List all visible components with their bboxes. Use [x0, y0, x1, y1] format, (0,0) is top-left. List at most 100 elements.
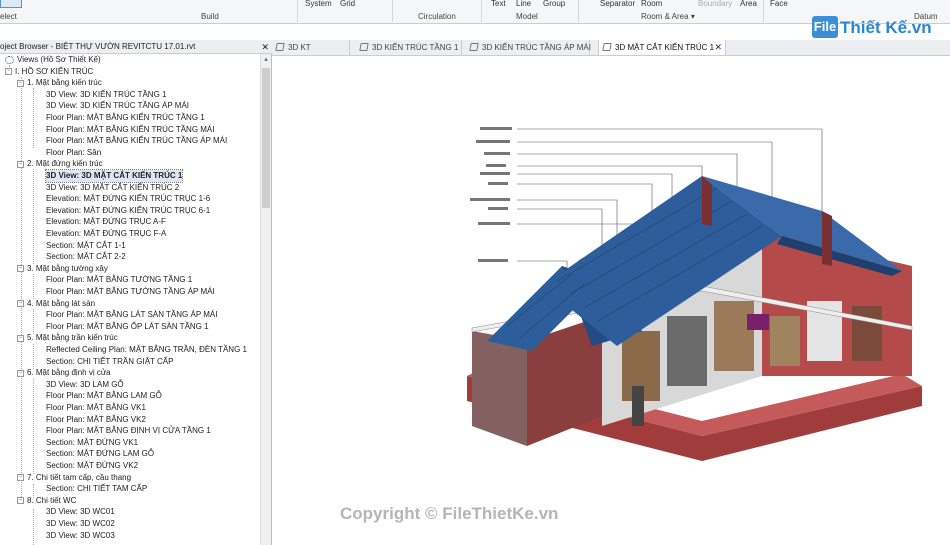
tree-view-item[interactable]: Floor Plan: MẶT BẰNG VK1	[46, 402, 146, 414]
tree-view-item[interactable]: Elevation: MẶT ĐỨNG KIẾN TRÚC TRỤC 1-6	[46, 193, 210, 205]
collapse-icon[interactable]: −	[17, 334, 24, 342]
tree-guide	[33, 169, 34, 264]
tree-view-item[interactable]: 3D View: 3D WC02	[46, 518, 115, 530]
area-boundary-button[interactable]: Boundary	[698, 0, 732, 8]
tree-view-item[interactable]: Floor Plan: MẶT BẰNG KIẾN TRÚC TẦNG ÁP M…	[46, 135, 227, 147]
tree-view-item[interactable]: Elevation: MẶT ĐỨNG TRỤC A-F	[46, 216, 166, 228]
tree-view-item[interactable]: Floor Plan: MẶT BẰNG VK2	[46, 414, 146, 426]
3d-view-icon	[602, 43, 612, 51]
select-panel-label[interactable]: elect	[0, 12, 17, 21]
collapse-icon[interactable]: −	[17, 369, 24, 377]
tree-view-item[interactable]: Floor Plan: MẶT BẰNG ĐỊNH VỊ CỬA TẦNG 1	[46, 425, 211, 437]
project-browser-title: oject Browser - BIỆT THỰ VƯỜN REVITCTU 1…	[0, 40, 272, 54]
tree-view-item[interactable]: Floor Plan: MẶT BẰNG ỐP LÁT SÀN TẦNG 1	[46, 321, 209, 333]
tree-group-2[interactable]: −2. Mặt đứng kiến trúc	[17, 158, 103, 170]
label-ket-nuoc	[478, 222, 510, 225]
tree-group-1[interactable]: −1. Mặt bằng kiến trúc	[17, 77, 102, 89]
tree-view-item[interactable]: Floor Plan: MẶT BẰNG LÁT SÀN TẦNG ÁP MÁI	[46, 309, 217, 321]
tree-label: 6. Mặt bằng định vị cửa	[27, 368, 111, 378]
tree-view-item[interactable]: Section: MẶT ĐỨNG VK1	[46, 437, 138, 449]
label-phong-doc-sach	[480, 127, 512, 130]
tree-group-3[interactable]: −3. Mặt bằng tường xây	[17, 263, 108, 275]
tree-view-item[interactable]: Floor Plan: Sân	[46, 147, 101, 159]
tab-label: 3D KT	[288, 43, 311, 52]
collapse-icon[interactable]: −	[17, 79, 24, 87]
tree-view-item-selected[interactable]: 3D View: 3D MẶT CẮT KIẾN TRÚC 1	[44, 169, 184, 183]
modify-tool-button[interactable]	[0, 0, 22, 8]
tree-view-item[interactable]: Floor Plan: MẶT BẰNG KIẾN TRÚC TẦNG MÁI	[46, 124, 214, 136]
scroll-up-icon[interactable]: ▴	[262, 55, 270, 65]
tree-view-item[interactable]: 3D View: 3D LAM GỖ	[46, 379, 124, 391]
3d-view-icon	[469, 43, 479, 51]
collapse-icon[interactable]: −	[17, 473, 24, 481]
tree-group-6[interactable]: −6. Mặt bằng định vị cửa	[17, 367, 111, 379]
tree-view-item[interactable]: Floor Plan: MẶT BẰNG KIẾN TRÚC TẦNG 1	[46, 112, 205, 124]
3d-view-icon	[275, 43, 285, 51]
logo-mark: File	[812, 16, 838, 38]
face-button[interactable]: Face	[770, 0, 788, 8]
tree-view-item[interactable]: 3D View: 3D WC01	[46, 506, 115, 518]
system-button[interactable]: System	[305, 0, 332, 8]
tree-view-item[interactable]: Reflected Ceiling Plan: MẶT BẰNG TRẦN, Đ…	[46, 344, 247, 356]
tree-label: I. HỒ SƠ KIẾN TRÚC	[15, 66, 94, 76]
tree-view-item[interactable]: Section: MẶT CẮT 2-2	[46, 251, 126, 263]
label-xay-tuong	[476, 140, 510, 143]
tree-view-item[interactable]: Section: MẶT ĐỨNG VK2	[46, 460, 138, 472]
tree-guide	[33, 379, 34, 474]
tree-label: 5. Mặt bằng trần kiến trúc	[27, 333, 118, 343]
collapse-icon[interactable]: −	[17, 265, 24, 273]
room-button[interactable]: Room	[641, 0, 662, 8]
tree-view-item[interactable]: 3D View: 3D WC03	[46, 530, 115, 542]
tree-view-item[interactable]: Floor Plan: MẶT BẰNG TƯỜNG TẦNG ÁP MÁI	[46, 286, 215, 298]
scrollbar-thumb[interactable]	[262, 68, 270, 208]
tree-item-ho-so-kien-truc[interactable]: − I. HỒ SƠ KIẾN TRÚC	[5, 66, 93, 78]
tree-view-item[interactable]: 3D View: 3D MẶT CẮT KIẾN TRÚC 2	[46, 182, 179, 194]
model-group-button[interactable]: Group	[543, 0, 565, 8]
tree-label: 8. Chi tiết WC	[27, 495, 77, 505]
close-icon[interactable]: ✕	[261, 40, 269, 53]
tab-3d-kien-truc-tang-1[interactable]: 3D KIẾN TRÚC TẦNG 1	[356, 40, 462, 55]
tree-view-item[interactable]: Section: CHI TIẾT TAM CẤP	[46, 483, 147, 495]
area-button[interactable]: Area	[740, 0, 757, 8]
collapse-icon[interactable]: −	[17, 299, 24, 307]
tree-guide	[33, 274, 34, 299]
tree-group-8[interactable]: −8. Chi tiết WC	[17, 495, 76, 507]
tree-view-item[interactable]: Elevation: MẶT ĐỨNG TRỤC F-A	[46, 228, 166, 240]
tree-view-item[interactable]: Elevation: MẶT ĐỨNG KIẾN TRÚC TRỤC 6-1	[46, 205, 210, 217]
house-section-model	[467, 127, 922, 461]
room-area-panel-label[interactable]: Room & Area ▾	[641, 12, 695, 21]
ribbon-divider	[392, 0, 393, 22]
label-ban-ghe	[480, 172, 510, 175]
views-icon	[5, 55, 14, 64]
text-button[interactable]: Text	[491, 0, 506, 8]
label-lat-gach	[470, 198, 510, 201]
collapse-icon[interactable]: −	[17, 497, 24, 505]
tree-guide	[33, 344, 34, 369]
tree-group-7[interactable]: −7. Chi tiết tam cấp, cầu thang	[17, 472, 131, 484]
tree-scrollbar[interactable]: ▴	[260, 54, 271, 545]
tree-view-item[interactable]: Floor Plan: MẶT BẰNG LAM GỖ	[46, 390, 162, 402]
tree-guide	[33, 88, 34, 148]
tree-view-item[interactable]: Section: CHI TIẾT TRẦN GIẬT CẤP	[46, 356, 173, 368]
tab-3d-kien-truc-tang-ap-mai[interactable]: 3D KIẾN TRÚC TẦNG ÁP MÁI	[466, 40, 591, 55]
collapse-icon[interactable]: −	[5, 67, 12, 75]
grid-button[interactable]: Grid	[340, 0, 355, 8]
label-bep	[486, 164, 506, 167]
tree-item-views[interactable]: Views (Hồ Sơ Thiết Kế)	[5, 54, 101, 66]
tree-view-item[interactable]: Section: MẶT ĐỨNG LAM GỖ	[46, 448, 154, 460]
label-bep-chinh	[488, 207, 508, 210]
room-separator-button[interactable]: Separator	[600, 0, 635, 8]
tab-3d-kt[interactable]: 3D KT	[272, 40, 350, 55]
tree-view-item[interactable]: Floor Plan: MẶT BẰNG TƯỜNG TẦNG 1	[46, 274, 192, 286]
tree-view-item[interactable]: 3D View: 3D KIẾN TRÚC TẦNG 1	[46, 89, 166, 101]
collapse-icon[interactable]: −	[17, 160, 24, 168]
view-canvas[interactable]: Copyright © FileThietKe.vn	[272, 56, 950, 545]
tab-3d-mat-cat-kien-truc-1[interactable]: 3D MẶT CẮT KIẾN TRÚC 1 ✕	[598, 40, 726, 55]
tree-view-item[interactable]: Section: MẶT CẮT 1-1	[46, 240, 126, 252]
close-icon[interactable]: ✕	[714, 40, 722, 55]
model-line-button[interactable]: Line	[516, 0, 531, 8]
project-browser: oject Browser - BIỆT THỰ VƯỜN REVITCTU 1…	[0, 40, 272, 545]
tree-view-item[interactable]: 3D View: 3D KIẾN TRÚC TẦNG ÁP MÁI	[46, 100, 189, 112]
tree-group-5[interactable]: −5. Mặt bằng trần kiến trúc	[17, 332, 118, 344]
tree-group-4[interactable]: −4. Mặt bằng lát sàn	[17, 298, 95, 310]
